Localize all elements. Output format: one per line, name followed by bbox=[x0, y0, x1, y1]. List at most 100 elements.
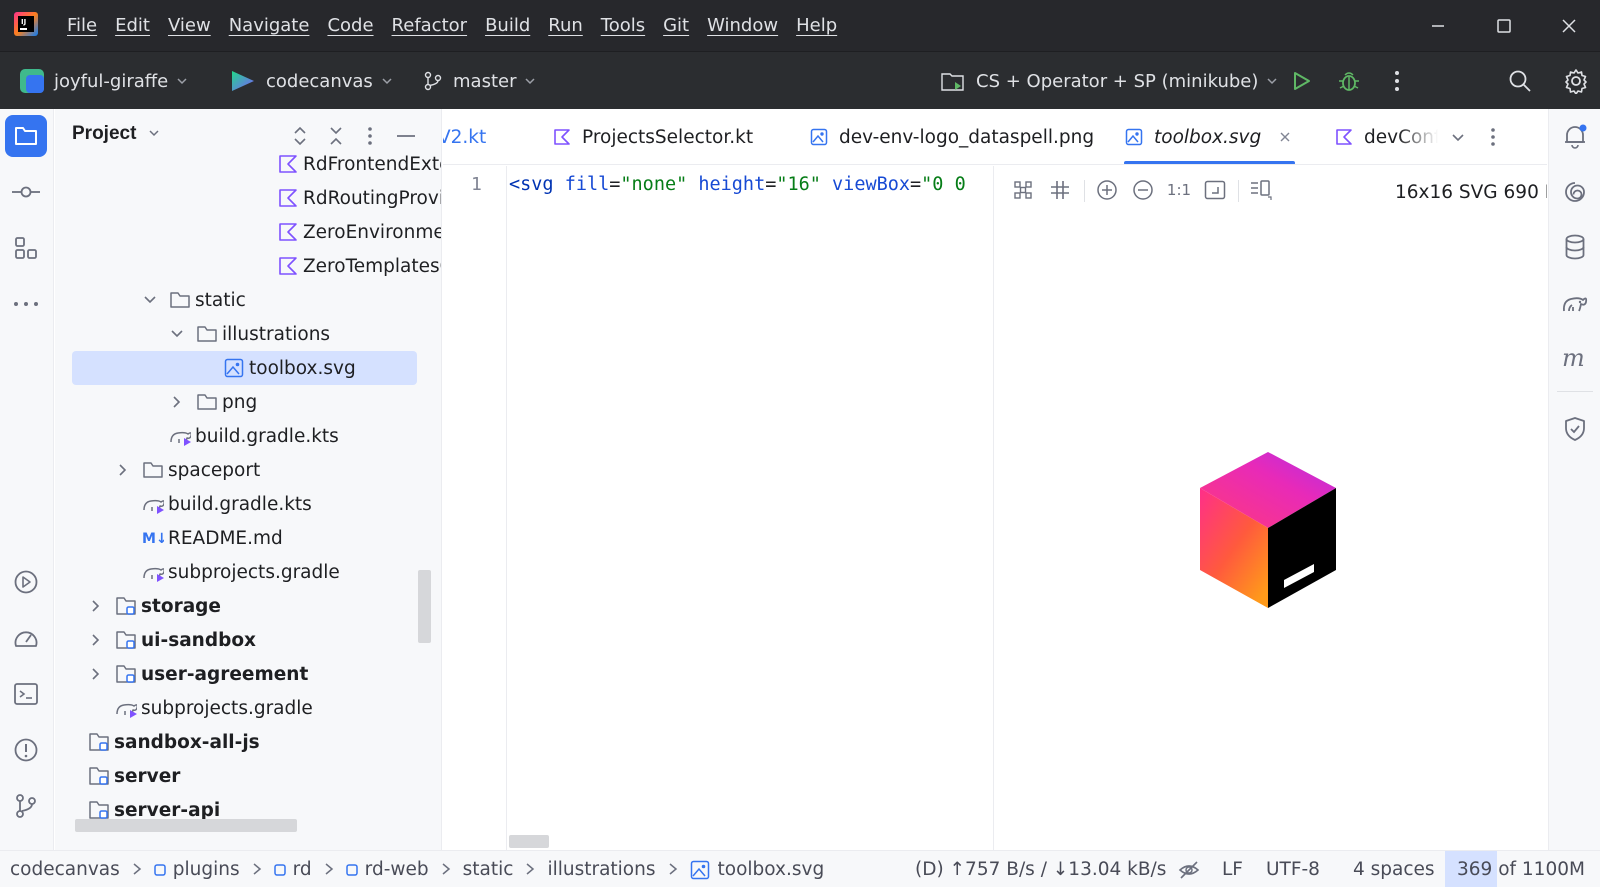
line-separator-widget[interactable]: LF bbox=[1222, 851, 1243, 887]
minimize-button[interactable] bbox=[1407, 0, 1469, 51]
project-view-selector[interactable]: Project bbox=[72, 123, 160, 145]
branch-widget[interactable]: master bbox=[423, 52, 536, 110]
project-tool-button[interactable] bbox=[5, 115, 47, 157]
encoding-widget[interactable]: UTF-8 bbox=[1266, 851, 1320, 887]
intellij-logo-icon[interactable]: IJ bbox=[14, 12, 38, 36]
menu-tools[interactable]: Tools bbox=[592, 15, 654, 36]
tree-item-png[interactable]: png bbox=[55, 385, 441, 419]
actual-size-button[interactable]: 1:1 bbox=[1165, 176, 1193, 204]
menu-run[interactable]: Run bbox=[539, 15, 592, 36]
maximize-button[interactable] bbox=[1473, 0, 1535, 51]
tree-horizontal-scrollbar[interactable] bbox=[75, 819, 297, 832]
database-tool-button[interactable] bbox=[1557, 229, 1593, 265]
tree-item-sandbox-all-js[interactable]: sandbox-all-js bbox=[55, 725, 441, 759]
menu-help[interactable]: Help bbox=[787, 15, 846, 36]
security-tool-button[interactable] bbox=[1557, 411, 1593, 447]
editor-gutter[interactable]: 1 bbox=[443, 166, 507, 850]
editor-horizontal-scrollbar[interactable] bbox=[509, 835, 549, 848]
breadcrumb-illustrations[interactable]: illustrations bbox=[547, 859, 655, 880]
fit-zoom-button[interactable] bbox=[1201, 176, 1229, 204]
chevron-down-icon[interactable] bbox=[170, 327, 184, 341]
tree-item-toolbox-svg[interactable]: toolbox.svg bbox=[55, 351, 441, 385]
terminal-tool-button[interactable] bbox=[5, 673, 47, 715]
more-actions-button[interactable] bbox=[1382, 66, 1412, 96]
chevron-right-icon[interactable] bbox=[170, 395, 184, 409]
tab-toolbox-svg[interactable]: toolbox.svg bbox=[1124, 109, 1296, 164]
grid-toggle-button[interactable] bbox=[1046, 176, 1074, 204]
tree-item-subprojects-gradle[interactable]: subprojects.gradle bbox=[55, 555, 441, 589]
tree-item-readme-md[interactable]: M↓ README.md bbox=[55, 521, 441, 555]
tab-options-button[interactable] bbox=[1478, 109, 1508, 164]
commit-tool-button[interactable] bbox=[5, 171, 47, 213]
close-window-button[interactable] bbox=[1538, 0, 1600, 51]
code-line[interactable]: <svg fill="none" height="16" viewBox="0 … bbox=[509, 174, 966, 195]
tab-projects-selector[interactable]: ProjectsSelector.kt bbox=[552, 109, 753, 164]
chevron-down-icon[interactable] bbox=[143, 293, 157, 307]
indent-widget[interactable]: 4 spaces bbox=[1353, 851, 1435, 887]
tab-v2-kt[interactable]: V2.kt bbox=[443, 109, 486, 164]
breadcrumb-plugins[interactable]: plugins bbox=[154, 859, 240, 880]
tree-item-rdroutingprovider[interactable]: RdRoutingProvider bbox=[55, 181, 441, 215]
tab-dev-env-logo[interactable]: dev-env-logo_dataspell.png bbox=[809, 109, 1094, 164]
tree-item-illustrations[interactable]: illustrations bbox=[55, 317, 441, 351]
breadcrumb-rd-web[interactable]: rd-web bbox=[345, 859, 429, 880]
problems-tool-button[interactable] bbox=[5, 729, 47, 771]
breadcrumb-toolbox-svg[interactable]: toolbox.svg bbox=[690, 859, 824, 880]
network-indicator[interactable]: (D) ↑757 B/s / ↓13.04 kB/s bbox=[915, 851, 1166, 887]
zoom-in-button[interactable] bbox=[1093, 176, 1121, 204]
image-editor-layout-button[interactable] bbox=[1247, 176, 1275, 204]
structure-tool-button[interactable] bbox=[5, 227, 47, 269]
chevron-right-icon[interactable] bbox=[116, 463, 130, 477]
breadcrumb-codecanvas[interactable]: codecanvas bbox=[10, 859, 120, 880]
notifications-tool-button[interactable] bbox=[1557, 118, 1593, 154]
collapse-all-button[interactable] bbox=[323, 123, 349, 149]
tree-item-subprojects-gradle[interactable]: subprojects.gradle bbox=[55, 691, 441, 725]
hide-panel-button[interactable] bbox=[393, 123, 419, 149]
chevron-right-icon[interactable] bbox=[89, 633, 103, 647]
zoom-out-button[interactable] bbox=[1129, 176, 1157, 204]
menu-git[interactable]: Git bbox=[654, 15, 698, 36]
menu-file[interactable]: File bbox=[58, 15, 106, 36]
tree-item-build-gradle-kts[interactable]: build.gradle.kts bbox=[55, 419, 441, 453]
tree-item-server[interactable]: server bbox=[55, 759, 441, 793]
tree-item-storage[interactable]: storage bbox=[55, 589, 441, 623]
menu-build[interactable]: Build bbox=[476, 15, 539, 36]
git-tool-button[interactable] bbox=[5, 785, 47, 827]
memory-indicator[interactable]: 369 of 1100M bbox=[1445, 851, 1600, 887]
tree-item-rdfrontendextens[interactable]: RdFrontendExtens bbox=[55, 147, 441, 181]
menu-navigate[interactable]: Navigate bbox=[220, 15, 319, 36]
settings-button[interactable] bbox=[1561, 66, 1591, 96]
close-tab-button[interactable] bbox=[1279, 127, 1291, 148]
tree-item-build-gradle-kts[interactable]: build.gradle.kts bbox=[55, 487, 441, 521]
menu-code[interactable]: Code bbox=[318, 15, 382, 36]
project-widget[interactable]: joyful-giraffe bbox=[20, 52, 188, 110]
search-everywhere-button[interactable] bbox=[1505, 66, 1535, 96]
profiler-tool-button[interactable] bbox=[5, 617, 47, 659]
expand-all-button[interactable] bbox=[287, 123, 313, 149]
tree-item-static[interactable]: static bbox=[55, 283, 441, 317]
run-config-widget[interactable]: CS + Operator + SP (minikube) bbox=[940, 52, 1278, 110]
tree-item-zerotemplatescor[interactable]: ZeroTemplatesCor bbox=[55, 249, 441, 283]
tree-item-ui-sandbox[interactable]: ui-sandbox bbox=[55, 623, 441, 657]
code-editor[interactable]: 1 <svg fill="none" height="16" viewBox="… bbox=[443, 166, 994, 850]
menu-view[interactable]: View bbox=[159, 15, 220, 36]
gradle-tool-button[interactable] bbox=[1557, 285, 1593, 321]
chevron-right-icon[interactable] bbox=[89, 599, 103, 613]
tree-vertical-scrollbar[interactable] bbox=[418, 570, 431, 643]
background-toggle-button[interactable] bbox=[1009, 176, 1037, 204]
tree-item-spaceport[interactable]: spaceport bbox=[55, 453, 441, 487]
panel-options-button[interactable] bbox=[357, 123, 383, 149]
more-tools-button[interactable] bbox=[5, 283, 47, 325]
debug-button[interactable] bbox=[1334, 66, 1364, 96]
inspection-widget[interactable] bbox=[1178, 851, 1200, 887]
chevron-right-icon[interactable] bbox=[89, 667, 103, 681]
repo-widget[interactable]: codecanvas bbox=[230, 52, 393, 110]
breadcrumb-rd[interactable]: rd bbox=[273, 859, 312, 880]
menu-refactor[interactable]: Refactor bbox=[383, 15, 477, 36]
menu-edit[interactable]: Edit bbox=[106, 15, 159, 36]
tab-list-button[interactable] bbox=[1438, 109, 1478, 164]
tree-item-user-agreement[interactable]: user-agreement bbox=[55, 657, 441, 691]
tree-item-zeroenvironments[interactable]: ZeroEnvironments bbox=[55, 215, 441, 249]
ai-assistant-tool-button[interactable] bbox=[1557, 174, 1593, 210]
services-tool-button[interactable] bbox=[5, 561, 47, 603]
